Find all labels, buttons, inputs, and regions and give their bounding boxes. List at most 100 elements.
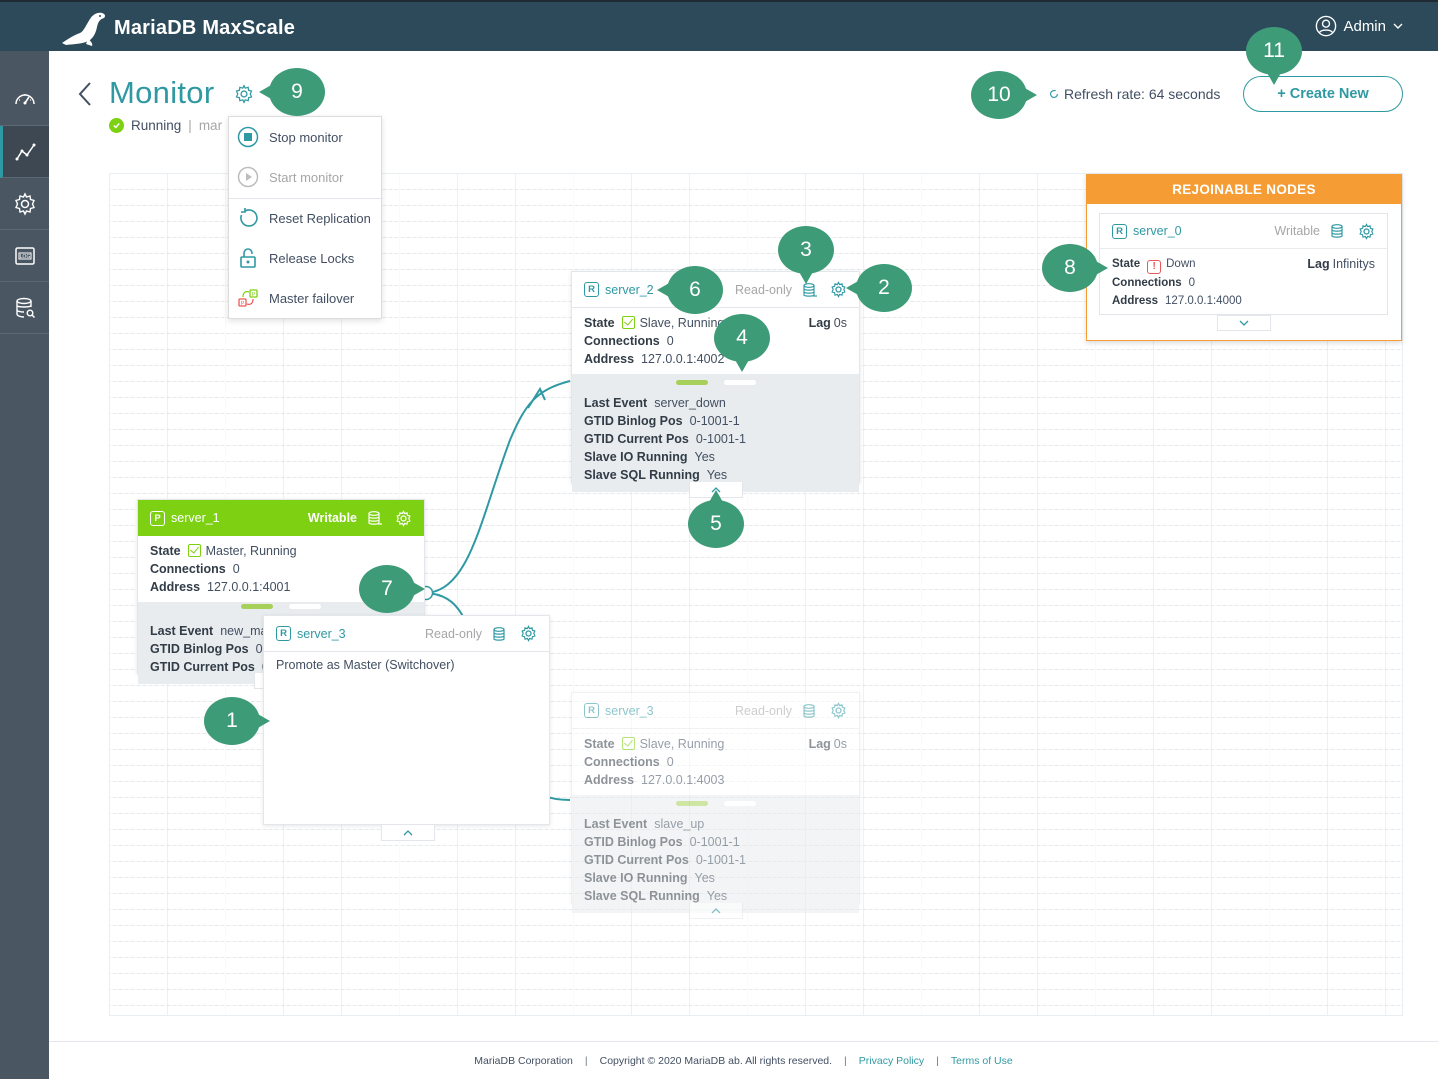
sidebar-item-visualization[interactable] — [0, 126, 49, 178]
user-menu[interactable]: Admin — [1315, 15, 1404, 37]
callout-1: 1 — [204, 697, 270, 745]
node-connections: 0 — [666, 334, 674, 348]
callout-9: 9 — [259, 68, 325, 116]
lag-label: Lag — [808, 316, 831, 330]
address-label: Address — [584, 352, 635, 366]
callout-2: 2 — [846, 264, 912, 312]
connections-label: Connections — [584, 755, 660, 769]
callout-number: 11 — [1263, 39, 1285, 62]
logs-icon: LOG — [14, 246, 35, 265]
node-address: 127.0.0.1:4000 — [1165, 295, 1242, 307]
database-icon[interactable] — [367, 510, 383, 526]
slave-sql-label: Slave SQL Running — [584, 889, 700, 903]
sidebar: LOG — [0, 51, 49, 1079]
state-label: State — [584, 737, 615, 751]
monitor-settings-gear-icon[interactable] — [234, 84, 254, 104]
rejoinable-title: REJOINABLE NODES — [1087, 175, 1401, 204]
database-icon[interactable] — [1330, 223, 1346, 239]
gtid-binlog-label: GTID Binlog Pos — [584, 414, 683, 428]
node-card-server-3-dragging[interactable]: R server_3 Read-only Promote as Master (… — [263, 615, 550, 825]
sidebar-item-logs[interactable]: LOG — [0, 230, 49, 282]
gear-icon[interactable] — [395, 509, 412, 527]
menu-item-label: Stop monitor — [269, 129, 343, 145]
callout-number: 10 — [987, 83, 1011, 106]
node-role: Read-only — [735, 282, 792, 297]
menu-item-label: Release Locks — [269, 250, 355, 266]
refresh-icon — [1050, 90, 1058, 98]
page-title: Monitor — [109, 75, 215, 110]
error-icon: ! — [1147, 260, 1162, 274]
node-address: 127.0.0.1:4003 — [641, 773, 725, 787]
callout-number: 6 — [689, 278, 701, 301]
card-pager[interactable] — [584, 376, 847, 388]
stop-icon — [237, 126, 259, 148]
expand-toggle[interactable] — [1217, 315, 1271, 331]
menu-item-start-monitor[interactable]: Start monitor — [229, 157, 383, 197]
sidebar-item-dashboard[interactable] — [0, 74, 49, 126]
menu-item-stop-monitor[interactable]: Stop monitor — [229, 117, 383, 157]
sea-lion-icon — [62, 12, 106, 46]
refresh-rate[interactable]: Refresh rate: 64 seconds — [1048, 86, 1220, 102]
lag-label: Lag — [1307, 257, 1330, 271]
gtid-binlog-label: GTID Binlog Pos — [584, 835, 683, 849]
footer-separator: | — [936, 1054, 939, 1067]
chevron-up-icon — [403, 829, 413, 835]
menu-item-master-failover[interactable]: P P Master failover — [229, 278, 383, 318]
unlock-icon — [240, 248, 256, 268]
node-name[interactable]: server_3 — [297, 627, 425, 641]
node-lag: 0s — [833, 737, 847, 751]
node-role: Read-only — [425, 626, 482, 641]
node-connections: 0 — [1188, 277, 1196, 289]
node-gtid-current: 0-1001-1 — [695, 432, 746, 446]
connections-label: Connections — [150, 562, 226, 576]
footer-separator: | — [844, 1054, 847, 1067]
collapse-toggle-dragging[interactable] — [381, 825, 435, 841]
terms-of-use-link[interactable]: Terms of Use — [951, 1055, 1013, 1067]
gear-icon[interactable] — [830, 281, 847, 298]
menu-item-label: Start monitor — [269, 169, 344, 185]
node-address: 127.0.0.1:4002 — [641, 352, 725, 366]
reset-icon — [240, 208, 258, 227]
callout-7: 7 — [359, 565, 425, 613]
address-label: Address — [584, 773, 635, 787]
gear-icon[interactable] — [1358, 222, 1375, 240]
node-slave-sql: Yes — [706, 889, 728, 903]
node-role: Read-only — [735, 703, 792, 718]
node-connections: 0 — [666, 755, 674, 769]
check-icon — [621, 737, 635, 750]
node-state: Slave, Running — [639, 316, 725, 330]
node-name: server_3 — [605, 703, 654, 718]
node-lag: Infinitys — [1332, 257, 1375, 271]
node-gtid-current: 0-1001-1 — [695, 853, 746, 867]
node-last-event: server_down — [654, 396, 726, 410]
menu-item-release-locks[interactable]: Release Locks — [229, 238, 383, 278]
menu-item-reset-replication[interactable]: Reset Replication — [229, 198, 383, 238]
replica-badge: R — [584, 703, 599, 718]
callout-4: 4 — [714, 314, 770, 372]
node-name[interactable]: server_1 — [171, 511, 308, 525]
node-slave-sql: Yes — [706, 468, 728, 482]
primary-badge: P — [150, 510, 165, 526]
svg-text:LOG: LOG — [19, 254, 30, 260]
database-icon[interactable] — [492, 626, 508, 642]
node-gtid-binlog: 0-1001-1 — [689, 414, 740, 428]
node-name[interactable]: server_0 — [1133, 224, 1274, 238]
mariadb-logo[interactable]: MariaDB MaxScale — [60, 8, 295, 48]
user-avatar-icon — [1316, 15, 1337, 37]
monitor-status: Running | mar — [109, 118, 222, 133]
node-card-server-0[interactable]: R server_0 Writable State! Down Lag Infini… — [1099, 213, 1388, 315]
collapse-toggle-ghost — [689, 903, 743, 919]
check-circle-icon — [109, 118, 124, 133]
node-last-event: slave_up — [654, 817, 705, 831]
monitor-module-name: mar — [198, 118, 223, 133]
sidebar-item-settings[interactable] — [0, 178, 49, 230]
privacy-policy-link[interactable]: Privacy Policy — [859, 1055, 924, 1067]
last-event-label: Last Event — [584, 396, 648, 410]
gear-icon[interactable] — [520, 625, 537, 642]
sidebar-item-query-editor[interactable] — [0, 282, 49, 334]
callout-number: 3 — [800, 238, 812, 261]
callout-8: 8 — [1042, 244, 1108, 292]
back-arrow-icon[interactable] — [76, 80, 94, 110]
connections-label: Connections — [584, 334, 660, 348]
node-card-server-3-ghost: R server_3 Read-only State Slave, Running… — [571, 692, 860, 913]
